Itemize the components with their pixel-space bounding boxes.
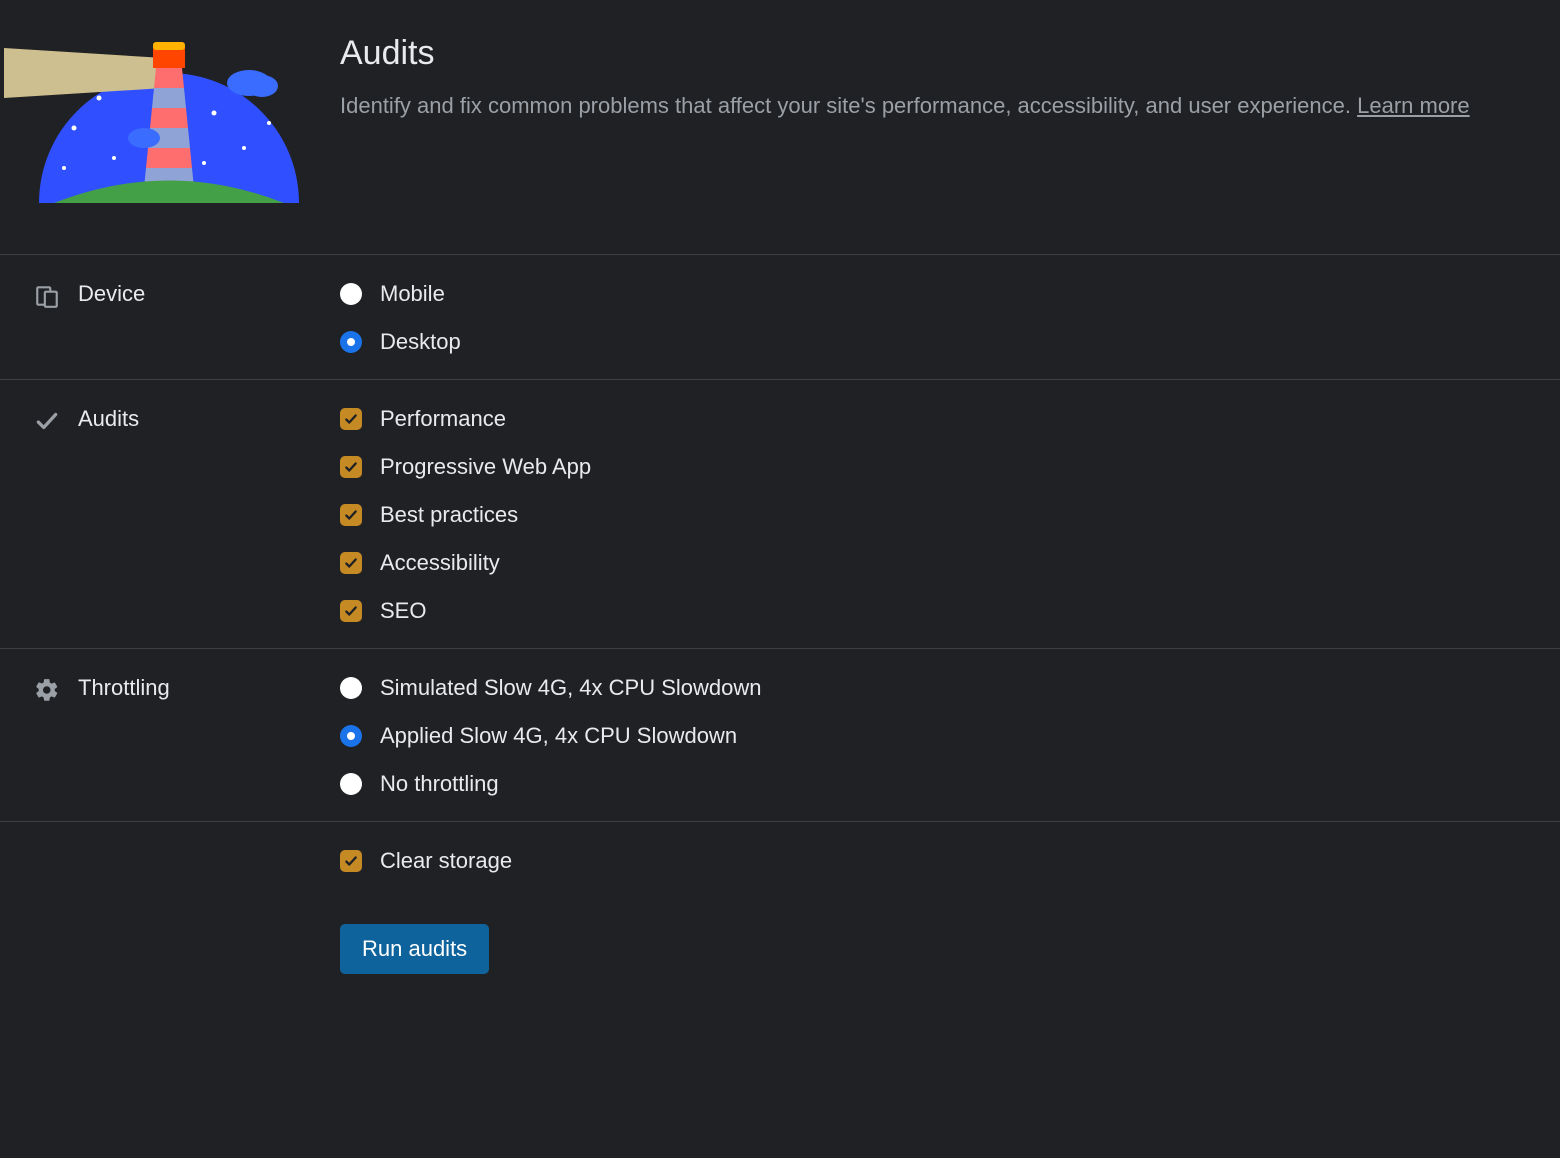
audit-option-accessibility[interactable]: Accessibility	[340, 550, 1560, 576]
audit-option-best-practices[interactable]: Best practices	[340, 502, 1560, 528]
radio-icon	[340, 331, 362, 353]
page-title: Audits	[340, 34, 1560, 73]
checkbox-icon	[340, 504, 362, 526]
throttling-option-none[interactable]: No throttling	[340, 771, 1560, 797]
checkbox-icon	[340, 552, 362, 574]
run-audits-button[interactable]: Run audits	[340, 924, 489, 974]
device-section: Device Mobile Desktop	[0, 255, 1560, 380]
audits-section: Audits Performance Progressive Web App B…	[0, 380, 1560, 649]
checkbox-icon	[340, 600, 362, 622]
footer-section: Clear storage Run audits	[0, 822, 1560, 998]
header: Audits Identify and fix common problems …	[0, 0, 1560, 255]
throttling-option-simulated[interactable]: Simulated Slow 4G, 4x CPU Slowdown	[340, 675, 1560, 701]
audit-option-seo[interactable]: SEO	[340, 598, 1560, 624]
throttling-option-applied[interactable]: Applied Slow 4G, 4x CPU Slowdown	[340, 723, 1560, 749]
learn-more-link[interactable]: Learn more	[1357, 93, 1470, 118]
radio-icon	[340, 773, 362, 795]
device-label: Device	[78, 281, 145, 307]
gear-icon	[34, 677, 60, 703]
throttling-label: Throttling	[78, 675, 170, 701]
radio-icon	[340, 283, 362, 305]
clear-storage-option[interactable]: Clear storage	[340, 848, 1560, 874]
lighthouse-icon	[4, 28, 304, 208]
device-option-mobile[interactable]: Mobile	[340, 281, 1560, 307]
checkbox-icon	[340, 456, 362, 478]
device-option-desktop[interactable]: Desktop	[340, 329, 1560, 355]
lighthouse-logo	[0, 28, 340, 214]
radio-icon	[340, 677, 362, 699]
checkbox-icon	[340, 850, 362, 872]
throttling-section: Throttling Simulated Slow 4G, 4x CPU Slo…	[0, 649, 1560, 822]
audits-label: Audits	[78, 406, 139, 432]
checkbox-icon	[340, 408, 362, 430]
page-description: Identify and fix common problems that af…	[340, 91, 1560, 122]
device-icon	[34, 283, 60, 309]
audit-option-performance[interactable]: Performance	[340, 406, 1560, 432]
audit-option-pwa[interactable]: Progressive Web App	[340, 454, 1560, 480]
check-icon	[34, 408, 60, 434]
radio-icon	[340, 725, 362, 747]
